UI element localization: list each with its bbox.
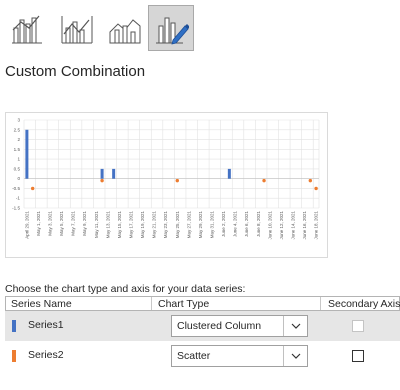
y-tick-label: 0.5 [14, 166, 21, 171]
x-tick-label: May 13, 2021 [105, 211, 110, 239]
x-tick-label: May 15, 2021 [117, 211, 122, 239]
series1-column [100, 168, 104, 179]
x-tick-label: May 17, 2021 [129, 211, 134, 239]
clustered-column-line-icon [12, 15, 42, 44]
y-tick-label: 1.5 [14, 147, 21, 152]
x-tick-label: June 16, 2021 [302, 211, 307, 240]
secondary-axis-header: Secondary Axis [328, 298, 400, 310]
series2-name: Series2 [28, 349, 64, 361]
series1-name: Series1 [28, 319, 64, 331]
x-tick-label: May 19, 2021 [140, 211, 145, 239]
series1-column [227, 168, 231, 179]
series2-point [308, 178, 313, 183]
series-row[interactable]: Series1 Clustered Column [5, 311, 400, 341]
series2-point [175, 178, 179, 183]
series1-color-swatch [12, 320, 16, 332]
x-tick-label: June 4, 2021 [233, 211, 238, 238]
column-divider [151, 297, 152, 310]
x-tick-label: June 2, 2021 [221, 211, 226, 238]
series2-chart-type-value: Scatter [177, 350, 211, 362]
combo-title: Custom Combination [5, 63, 146, 80]
series2-secondary-axis-checkbox[interactable] [352, 350, 364, 362]
x-tick-label: May 7, 2021 [71, 211, 76, 236]
clustered-column-line-button[interactable] [4, 5, 50, 51]
x-tick-label: June 8, 2021 [256, 211, 261, 238]
series1-secondary-axis-checkbox[interactable] [352, 320, 364, 332]
column-divider [320, 297, 321, 310]
series-grid-header: Series Name Chart Type Secondary Axis [5, 296, 400, 311]
series1-chart-type-value: Clustered Column [177, 320, 262, 332]
y-tick-label: 2 [17, 137, 20, 142]
y-tick-label: -0.5 [12, 186, 20, 191]
x-tick-label: May 3, 2021 [48, 211, 53, 236]
x-tick-label: May 31, 2021 [209, 211, 214, 239]
x-tick-label: May 23, 2021 [163, 211, 168, 239]
x-tick-label: May 1, 2021 [36, 211, 41, 236]
series-name-header: Series Name [11, 298, 72, 310]
preview-chart: 3 2.5 2 1.5 1 0.5 0 -0.5 -1 -1.5 April 29, 2021 May… [12, 118, 320, 240]
series-row[interactable]: Series2 Scatter [5, 341, 400, 371]
x-tick-label: June 12, 2021 [279, 211, 284, 240]
series-instruction: Choose the chart type and axis for your … [5, 283, 246, 295]
series2-point [30, 186, 35, 191]
x-tick-label: May 21, 2021 [152, 211, 157, 239]
y-tick-label: 3 [17, 118, 20, 123]
x-tick-label: June 6, 2021 [244, 211, 249, 238]
stacked-area-column-icon [109, 19, 141, 44]
series1-chart-type-select[interactable]: Clustered Column [171, 315, 308, 337]
y-tick-label: -1 [16, 196, 21, 201]
x-tick-label: April 29, 2021 [24, 211, 29, 239]
y-tick-label: 0 [17, 176, 20, 181]
custom-combination-icon [156, 17, 189, 45]
series2-point [262, 178, 266, 183]
x-tick-label: May 11, 2021 [94, 211, 99, 238]
series2-chart-type-select[interactable]: Scatter [171, 345, 308, 367]
x-tick-label: June 18, 2021 [314, 211, 319, 240]
column-line-secondary-axis-icon [61, 16, 93, 44]
series2-color-swatch [12, 350, 16, 362]
chevron-down-icon[interactable] [283, 316, 307, 336]
series2-point [100, 178, 104, 183]
x-tick-label: May 27, 2021 [186, 211, 191, 239]
series1-column [112, 168, 116, 179]
chart-type-header: Chart Type [158, 298, 210, 310]
x-tick-label: May 29, 2021 [198, 211, 203, 239]
y-tick-label: 2.5 [14, 127, 21, 132]
x-tick-label: May 9, 2021 [82, 211, 87, 236]
y-tick-label: -1.5 [12, 206, 20, 211]
y-tick-label: 1 [17, 157, 20, 162]
x-tick-label: June 14, 2021 [290, 211, 295, 240]
custom-combination-button[interactable] [148, 5, 194, 51]
x-tick-label: June 10, 2021 [267, 211, 272, 240]
stacked-area-column-button[interactable] [102, 5, 148, 51]
x-tick-label: May 5, 2021 [59, 211, 64, 236]
series2-point [314, 186, 318, 191]
chart-preview: 3 2.5 2 1.5 1 0.5 0 -0.5 -1 -1.5 April 29, 2021 May… [5, 112, 328, 258]
series1-column [25, 129, 29, 179]
column-line-secondary-axis-button[interactable] [54, 5, 100, 51]
chart-type-bar [0, 0, 400, 56]
x-tick-label: May 25, 2021 [175, 211, 180, 239]
chevron-down-icon[interactable] [283, 346, 307, 366]
